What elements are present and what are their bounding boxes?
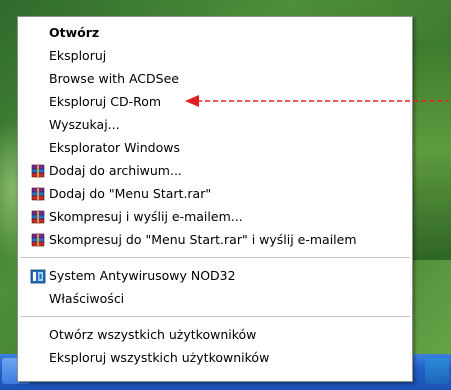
menu-item-label: Eksploruj CD-Rom [49,94,162,109]
menu-item-open-all-users[interactable]: Otwórz wszystkich użytkowników [18,323,412,346]
menu-item-label: Skompresuj i wyślij e-mailem... [49,209,243,224]
menu-item-label: Browse with ACDSee [49,71,179,86]
menu-item-browse-acdsee[interactable]: Browse with ACDSee [18,67,412,90]
desktop-background-right [411,40,451,260]
menu-item-label: Otwórz [49,25,100,40]
annotation-arrow [185,95,449,107]
annotation-arrow-head [185,95,199,107]
menu-separator [20,257,410,258]
menu-separator [20,316,410,317]
taskbar-tray-button[interactable] [425,358,449,384]
menu-item-nod32[interactable]: System Antywirusowy NOD32 [18,264,412,287]
menu-item-explore-all-users[interactable]: Eksploruj wszystkich użytkowników [18,346,412,369]
menu-item-label: Eksplorator Windows [49,140,180,155]
menu-item-label: Wyszukaj... [49,117,120,132]
menu-item-add-to-menu-start-rar[interactable]: Dodaj do "Menu Start.rar" [18,182,412,205]
menu-item-add-to-archive[interactable]: Dodaj do archiwum... [18,159,412,182]
menu-item-label: System Antywirusowy NOD32 [49,268,236,283]
menu-item-label: Dodaj do "Menu Start.rar" [49,186,212,201]
menu-item-label: Skompresuj do "Menu Start.rar" i wyślij … [49,232,357,247]
menu-item-compress-and-email[interactable]: Skompresuj i wyślij e-mailem... [18,205,412,228]
nod32-icon [30,268,46,284]
winrar-icon [30,186,46,201]
menu-item-label: Dodaj do archiwum... [49,163,182,178]
menu-item-open[interactable]: Otwórz [18,21,412,44]
winrar-icon [30,232,46,247]
menu-item-label: Eksploruj [49,48,107,63]
menu-item-explore[interactable]: Eksploruj [18,44,412,67]
menu-item-properties[interactable]: Właściwości [18,287,412,310]
menu-item-label: Otwórz wszystkich użytkowników [49,327,257,342]
menu-item-compress-to-rar-and-email[interactable]: Skompresuj do "Menu Start.rar" i wyślij … [18,228,412,251]
menu-item-windows-explorer[interactable]: Eksplorator Windows [18,136,412,159]
winrar-icon [30,209,46,224]
menu-item-search[interactable]: Wyszukaj... [18,113,412,136]
context-menu: Otwórz Eksploruj Browse with ACDSee Eksp… [17,16,413,382]
menu-item-label: Właściwości [49,291,125,306]
winrar-icon [30,163,46,178]
menu-item-label: Eksploruj wszystkich użytkowników [49,350,270,365]
